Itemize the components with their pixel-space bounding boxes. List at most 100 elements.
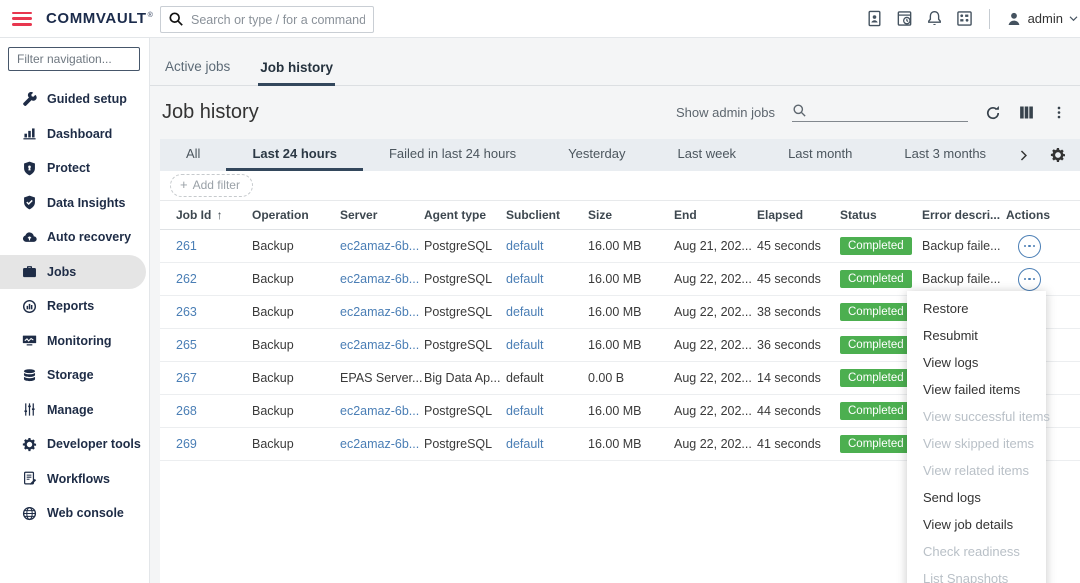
filter-tab-last-week[interactable]: Last week — [652, 139, 763, 171]
sidebar-item-monitoring[interactable]: Monitoring — [0, 324, 149, 359]
job-id-link[interactable]: 262 — [176, 272, 197, 286]
table-row: 261Backupec2amaz-6b...PostgreSQLdefault1… — [160, 230, 1080, 263]
subclient-link[interactable]: default — [506, 404, 544, 418]
column-header-elapsed[interactable]: Elapsed — [757, 208, 840, 222]
job-id-link[interactable]: 269 — [176, 437, 197, 451]
sidebar-item-reports[interactable]: Reports — [0, 289, 149, 324]
subclient-link[interactable]: default — [506, 305, 544, 319]
server-link[interactable]: ec2amaz-6b... — [340, 239, 419, 253]
subclient-link[interactable]: default — [506, 239, 544, 253]
elapsed-cell: 45 seconds — [757, 272, 840, 286]
row-actions-button[interactable] — [1018, 235, 1041, 258]
sidebar-item-guided-setup[interactable]: Guided setup — [0, 82, 149, 117]
menu-item-resubmit[interactable]: Resubmit — [907, 322, 1046, 349]
chevron-right-icon[interactable] — [1017, 149, 1030, 162]
filter-tab-last-month[interactable]: Last month — [762, 139, 878, 171]
agent-type-cell: PostgreSQL — [424, 239, 506, 253]
show-admin-jobs-toggle[interactable]: Show admin jobs — [676, 105, 775, 120]
global-search-input[interactable] — [160, 6, 374, 33]
column-header-operation[interactable]: Operation — [252, 208, 340, 222]
operation-cell: Backup — [252, 371, 340, 385]
sidebar-item-web-console[interactable]: Web console — [0, 496, 149, 531]
column-header-server[interactable]: Server — [340, 208, 424, 222]
sidebar-item-data-insights[interactable]: Data Insights — [0, 186, 149, 221]
sidebar-item-workflows[interactable]: Workflows — [0, 462, 149, 497]
menu-item-view-successful-items: View successful items — [907, 403, 1046, 430]
column-header-status[interactable]: Status — [840, 208, 922, 222]
schedule-icon[interactable] — [896, 10, 913, 27]
add-filter-button[interactable]: + Add filter — [170, 174, 253, 197]
menu-item-view-failed-items[interactable]: View failed items — [907, 376, 1046, 403]
notifications-icon[interactable] — [926, 10, 943, 27]
sidebar-item-dashboard[interactable]: Dashboard — [0, 117, 149, 152]
subclient-link[interactable]: default — [506, 272, 544, 286]
auto-recovery-icon — [22, 230, 37, 245]
apps-icon[interactable] — [956, 10, 973, 27]
sort-ascending-icon: ↑ — [213, 208, 222, 222]
filter-tab-last-3-months[interactable]: Last 3 months — [878, 139, 1012, 171]
protect-icon — [22, 161, 37, 176]
filter-tab-all[interactable]: All — [160, 139, 226, 171]
error-description-cell: Backup faile... — [922, 239, 1006, 253]
job-id-link[interactable]: 263 — [176, 305, 197, 319]
nav-filter-input[interactable] — [8, 47, 140, 71]
column-header-agent-type[interactable]: Agent type — [424, 208, 506, 222]
logo: COMMVAULT ® — [46, 10, 177, 27]
operation-cell: Backup — [252, 338, 340, 352]
end-cell: Aug 21, 202... — [674, 239, 757, 253]
row-actions-button[interactable] — [1018, 268, 1041, 291]
sidebar-item-jobs[interactable]: Jobs — [0, 255, 146, 290]
menu-item-send-logs[interactable]: Send logs — [907, 484, 1046, 511]
sidebar-item-manage[interactable]: Manage — [0, 393, 149, 428]
menu-item-view-related-items: View related items — [907, 457, 1046, 484]
gear-icon[interactable] — [1050, 147, 1066, 163]
manage-icon — [22, 402, 37, 417]
column-header-error-descri[interactable]: Error descri... — [922, 208, 1006, 222]
server-link[interactable]: ec2amaz-6b... — [340, 404, 419, 418]
report-icon[interactable] — [866, 10, 883, 27]
subclient-link[interactable]: default — [506, 338, 544, 352]
table-search-input[interactable] — [813, 104, 968, 118]
size-cell: 16.00 MB — [588, 305, 674, 319]
menu-icon[interactable] — [12, 12, 32, 26]
user-menu[interactable]: admin — [1006, 11, 1078, 27]
server-link[interactable]: ec2amaz-6b... — [340, 338, 419, 352]
job-id-link[interactable]: 268 — [176, 404, 197, 418]
column-header-actions[interactable]: Actions — [1006, 208, 1080, 222]
refresh-icon[interactable] — [985, 105, 1001, 121]
sidebar-item-storage[interactable]: Storage — [0, 358, 149, 393]
size-cell: 0.00 B — [588, 371, 674, 385]
elapsed-cell: 44 seconds — [757, 404, 840, 418]
tab-active-jobs[interactable]: Active jobs — [163, 59, 232, 85]
job-id-link[interactable]: 267 — [176, 371, 197, 385]
server-link[interactable]: ec2amaz-6b... — [340, 437, 419, 451]
menu-item-check-readiness: Check readiness — [907, 538, 1046, 565]
server-link[interactable]: ec2amaz-6b... — [340, 272, 419, 286]
sidebar-item-auto-recovery[interactable]: Auto recovery — [0, 220, 149, 255]
sidebar-item-protect[interactable]: Protect — [0, 151, 149, 186]
elapsed-cell: 45 seconds — [757, 239, 840, 253]
agent-type-cell: PostgreSQL — [424, 437, 506, 451]
page-title: Job history — [162, 101, 259, 124]
user-icon — [1006, 11, 1022, 27]
job-id-link[interactable]: 261 — [176, 239, 197, 253]
column-header-size[interactable]: Size — [588, 208, 674, 222]
tab-job-history[interactable]: Job history — [258, 60, 335, 86]
menu-item-restore[interactable]: Restore — [907, 295, 1046, 322]
row-context-menu: RestoreResubmitView logsView failed item… — [907, 291, 1046, 583]
kebab-menu-icon[interactable] — [1052, 105, 1066, 120]
dashboard-icon — [22, 126, 37, 141]
job-id-link[interactable]: 265 — [176, 338, 197, 352]
columns-icon[interactable] — [1018, 105, 1035, 120]
sidebar-item-developer-tools[interactable]: Developer tools — [0, 427, 149, 462]
filter-tab-yesterday[interactable]: Yesterday — [542, 139, 651, 171]
server-link[interactable]: ec2amaz-6b... — [340, 305, 419, 319]
column-header-job-id[interactable]: Job Id ↑ — [176, 208, 252, 222]
filter-tab-last-24-hours[interactable]: Last 24 hours — [226, 139, 363, 171]
filter-tab-failed-in-last-24-hours[interactable]: Failed in last 24 hours — [363, 139, 542, 171]
subclient-link[interactable]: default — [506, 437, 544, 451]
column-header-subclient[interactable]: Subclient — [506, 208, 588, 222]
column-header-end[interactable]: End — [674, 208, 757, 222]
menu-item-view-job-details[interactable]: View job details — [907, 511, 1046, 538]
menu-item-view-logs[interactable]: View logs — [907, 349, 1046, 376]
